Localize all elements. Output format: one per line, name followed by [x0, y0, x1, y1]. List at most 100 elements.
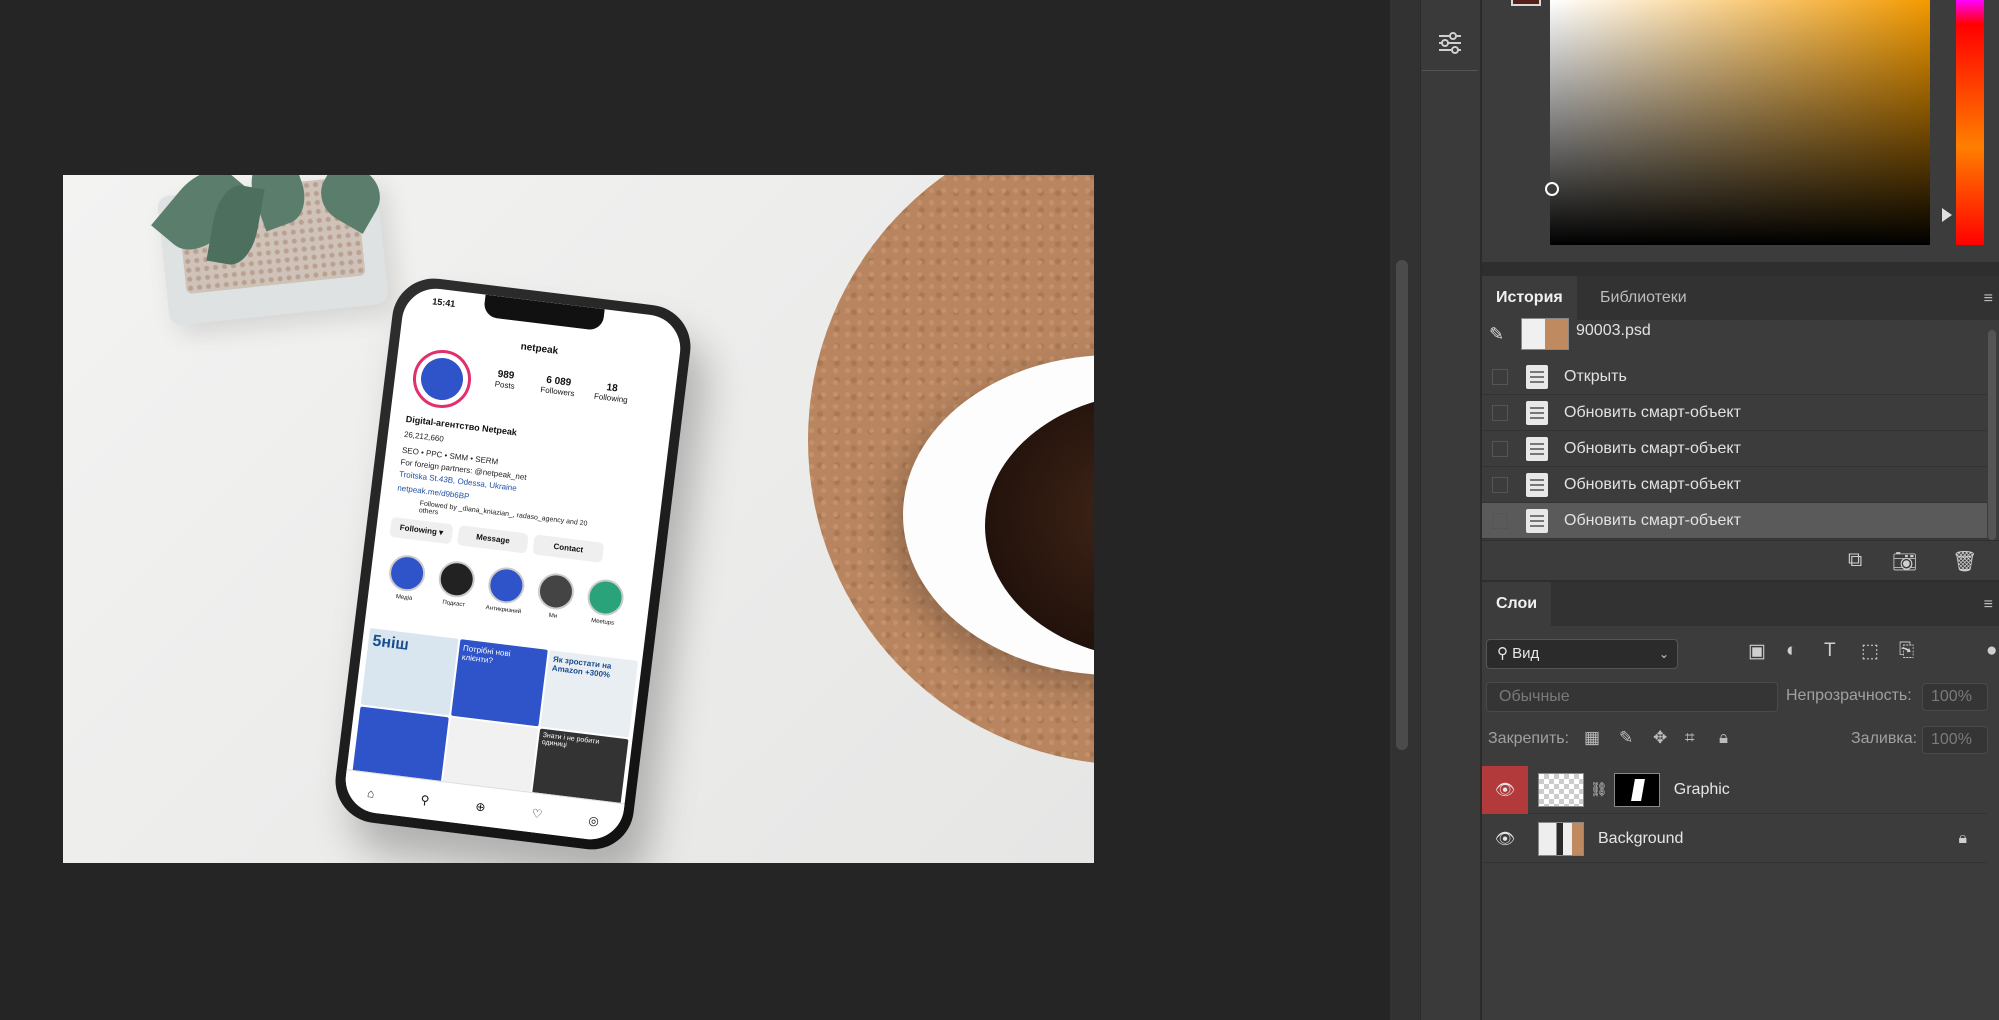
camera-icon[interactable]: 📷︎	[1892, 549, 1917, 574]
tab-libraries[interactable]: Библиотеки	[1586, 276, 1701, 320]
message-button: Message	[456, 525, 529, 554]
history-brush-source[interactable]	[1492, 476, 1508, 493]
opacity-label: Непрозрачность:	[1786, 687, 1912, 704]
opacity-field[interactable]: 100%	[1922, 683, 1988, 711]
home-icon: ⌂	[366, 785, 376, 801]
link-icon[interactable]: ⛓︎	[1590, 781, 1608, 798]
profile-avatar	[409, 346, 475, 412]
profile-icon: ◎	[587, 812, 600, 828]
shape-filter-icon[interactable]: ⬚	[1861, 640, 1879, 663]
canvas-scrollbar-thumb[interactable]	[1396, 260, 1408, 750]
following-button: Following ▾	[389, 516, 454, 545]
stat-posts: 989 Posts	[494, 368, 516, 391]
lock-label: Закрепить:	[1488, 730, 1570, 747]
lock-all-icon[interactable]: 🔒︎	[1719, 728, 1728, 748]
smart-object-filter-icon[interactable]: ⎘	[1899, 640, 1914, 662]
lock-paint-icon[interactable]: ✎	[1619, 728, 1633, 748]
stat-followers: 6 089 Followers	[539, 374, 575, 399]
history-brush-source[interactable]	[1492, 512, 1508, 529]
history-brush-source[interactable]	[1492, 440, 1508, 457]
history-brush-source[interactable]	[1492, 404, 1508, 421]
history-state-icon	[1526, 400, 1548, 425]
color-picker-field[interactable]	[1550, 0, 1930, 245]
new-document-from-state-icon[interactable]: ⧉	[1848, 549, 1862, 572]
post-tile: 5ніш	[360, 628, 459, 716]
history-item[interactable]: Обновить смарт-объект	[1482, 431, 1987, 467]
lock-position-icon[interactable]: ✥	[1653, 728, 1667, 748]
status-time: 15:41	[431, 296, 456, 309]
layer-name[interactable]: Background	[1598, 830, 1683, 848]
add-icon: ⊕	[474, 798, 487, 814]
heart-icon: ♡	[530, 805, 544, 821]
lock-artboard-icon[interactable]: ⌗	[1685, 728, 1695, 748]
history-state-icon	[1526, 508, 1548, 533]
highlight-label: Meetups	[590, 617, 615, 627]
layer-name[interactable]: Graphic	[1674, 781, 1730, 799]
filter-toggle-icon[interactable]: ●	[1986, 640, 1997, 662]
tab-history[interactable]: История	[1482, 276, 1577, 320]
threads-badge: 26,212,660	[403, 429, 445, 444]
highlight-label: Подкаст	[441, 599, 466, 609]
adjustment-filter-icon[interactable]: ◐	[1786, 640, 1797, 662]
stat-following: 18 Following	[593, 382, 629, 405]
divider	[1482, 262, 1999, 276]
canvas-area[interactable]: 15:41 netpeak 989 Posts 6 089 Followers 18…	[0, 0, 1390, 1020]
panel-menu-icon[interactable]: ≡	[1984, 290, 1993, 308]
contact-button: Contact	[532, 534, 605, 563]
layer-mask-thumbnail[interactable]	[1613, 772, 1660, 807]
hue-slider[interactable]	[1956, 0, 1984, 245]
fill-field[interactable]: 100%	[1922, 726, 1988, 754]
lock-transparency-icon[interactable]: ▦	[1584, 728, 1600, 748]
search-icon: ⚲	[1497, 645, 1508, 662]
layer-thumbnail[interactable]	[1538, 821, 1584, 856]
highlight-label: Ми	[548, 612, 558, 620]
layers-tabbar: Слои ≡	[1482, 582, 1999, 626]
post-tile: Як зростати на Amazon +300%	[540, 650, 639, 738]
eye-icon[interactable]: 👁︎	[1482, 765, 1528, 814]
layer-row-background[interactable]: 👁︎ Background 🔒︎	[1482, 815, 1987, 863]
layer-filter-select[interactable]: ⚲ Вид ⌄	[1486, 639, 1678, 669]
history-item[interactable]: Обновить смарт-объект	[1482, 467, 1987, 503]
highlight-circle	[585, 577, 626, 618]
history-state-icon	[1526, 436, 1548, 461]
highlight-circle	[486, 565, 527, 606]
color-picker-cursor[interactable]	[1545, 182, 1559, 196]
panel-dock-column	[1420, 0, 1480, 1020]
highlight-circle	[387, 553, 428, 594]
sliders-icon[interactable]	[1422, 16, 1478, 70]
snapshot-label[interactable]: 90003.psd	[1576, 322, 1651, 340]
history-tabbar: История Библиотеки ≡	[1482, 276, 1999, 320]
tab-layers[interactable]: Слои	[1482, 582, 1552, 626]
history-brush-icon[interactable]: ✎	[1489, 324, 1504, 345]
history-scrollbar[interactable]	[1988, 330, 1996, 540]
blend-mode-select[interactable]: Обычные	[1486, 682, 1778, 712]
highlight-label: Антикризний	[485, 605, 522, 616]
chevron-down-icon: ⌄	[1658, 647, 1669, 661]
divider	[1422, 70, 1478, 71]
highlight-circle	[436, 559, 477, 600]
type-filter-icon[interactable]: T	[1824, 640, 1836, 662]
history-state-icon	[1526, 472, 1548, 497]
history-item-selected[interactable]: Обновить смарт-объект	[1482, 503, 1987, 539]
history-brush-source[interactable]	[1492, 368, 1508, 385]
post-tile: Потрібні нові клієнти?	[450, 639, 549, 727]
snapshot-thumbnail[interactable]	[1521, 318, 1569, 350]
eye-icon[interactable]: 👁︎	[1482, 815, 1528, 863]
image-filter-icon[interactable]: ▣	[1748, 640, 1766, 663]
layer-row-graphic[interactable]: 👁︎ ⛓︎ Graphic	[1482, 765, 1987, 814]
panel-menu-icon[interactable]: ≡	[1984, 596, 1993, 614]
history-toolbar: ⧉ 📷︎ 🗑︎	[1482, 540, 1999, 580]
foreground-color-swatch[interactable]	[1511, 0, 1541, 6]
history-item[interactable]: Обновить смарт-объект	[1482, 395, 1987, 431]
fill-label: Заливка:	[1851, 730, 1918, 747]
document-image[interactable]: 15:41 netpeak 989 Posts 6 089 Followers 18…	[63, 175, 1094, 863]
history-state-icon	[1526, 364, 1548, 389]
hue-slider-handle[interactable]	[1942, 208, 1952, 222]
trash-icon[interactable]: 🗑︎	[1952, 549, 1977, 574]
history-item[interactable]: Открыть	[1482, 359, 1987, 395]
layer-thumbnail[interactable]	[1538, 772, 1584, 807]
lock-icon[interactable]: 🔒︎	[1958, 830, 1967, 848]
plant-pot	[103, 175, 423, 335]
highlight-label: Медіа	[395, 593, 413, 602]
bio-link: netpeak.me/d9b6BP	[396, 483, 470, 502]
